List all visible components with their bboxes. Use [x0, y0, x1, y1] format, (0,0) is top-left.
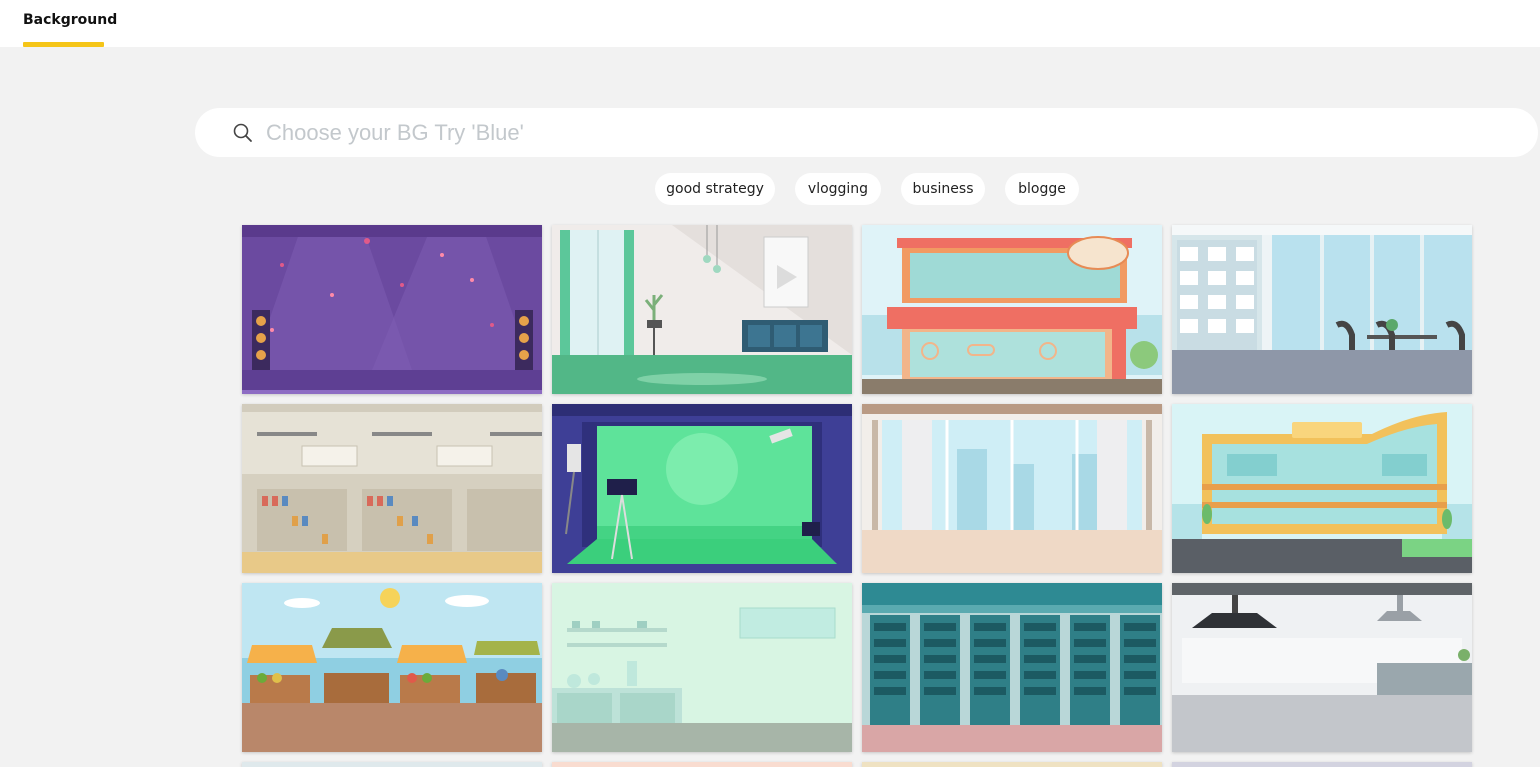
- background-thumbnail-laboratory[interactable]: [552, 583, 852, 752]
- background-thumbnail-concert-stage[interactable]: [242, 225, 542, 394]
- living-room-illustration: [552, 225, 852, 394]
- background-thumbnail-partial-3[interactable]: [862, 762, 1162, 767]
- tab-active-indicator: [23, 42, 104, 47]
- background-thumbnail-market-stalls[interactable]: [242, 583, 542, 752]
- background-thumbnail-partial-4[interactable]: [1172, 762, 1472, 767]
- market-stalls-illustration: [242, 583, 542, 752]
- tab-background[interactable]: Background: [23, 0, 117, 47]
- background-thumbnail-supermarket[interactable]: [242, 404, 542, 573]
- background-thumbnail-partial-2[interactable]: [552, 762, 852, 767]
- tag-chip-blogge[interactable]: blogge: [1005, 173, 1079, 205]
- kitchen-illustration: [1172, 583, 1472, 752]
- search-icon: [233, 123, 252, 142]
- green-screen-studio-illustration: [552, 404, 852, 573]
- shop-storefront-illustration: [862, 225, 1162, 394]
- tag-chip-business[interactable]: business: [901, 173, 985, 205]
- background-thumbnail-partial-1[interactable]: [242, 762, 542, 767]
- concert-stage-illustration: [242, 225, 542, 394]
- background-thumbnail-kitchen[interactable]: [1172, 583, 1472, 752]
- tag-chip-good-strategy[interactable]: good strategy: [655, 173, 775, 205]
- top-bar: Background: [0, 0, 1540, 47]
- background-thumbnail-office-cafeteria[interactable]: [1172, 225, 1472, 394]
- background-thumbnail-empty-room[interactable]: [862, 404, 1162, 573]
- tag-chip-vlogging[interactable]: vlogging: [795, 173, 881, 205]
- modern-building-illustration: [1172, 404, 1472, 573]
- server-room-illustration: [862, 583, 1162, 752]
- search-input[interactable]: [264, 112, 1468, 154]
- background-thumbnail-living-room[interactable]: [552, 225, 852, 394]
- laboratory-illustration: [552, 583, 852, 752]
- background-thumbnail-modern-building[interactable]: [1172, 404, 1472, 573]
- background-thumbnail-green-screen-studio[interactable]: [552, 404, 852, 573]
- office-cafeteria-illustration: [1172, 225, 1472, 394]
- empty-room-illustration: [862, 404, 1162, 573]
- background-thumbnail-shop-storefront[interactable]: [862, 225, 1162, 394]
- background-thumbnail-server-room[interactable]: [862, 583, 1162, 752]
- supermarket-illustration: [242, 404, 542, 573]
